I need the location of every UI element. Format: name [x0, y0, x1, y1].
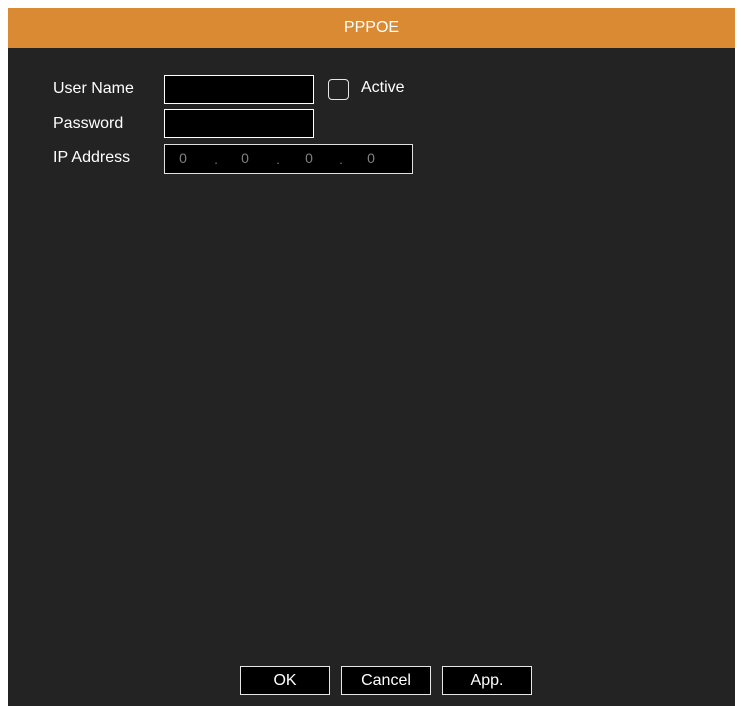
ip-address-label: IP Address	[53, 149, 131, 166]
ip-separator: .	[214, 152, 218, 167]
ip-separator: .	[276, 152, 280, 167]
active-label: Active	[361, 79, 405, 96]
password-label: Password	[53, 115, 124, 132]
ok-button[interactable]: OK	[240, 666, 330, 695]
password-input[interactable]	[164, 109, 314, 138]
cancel-button[interactable]: Cancel	[341, 666, 431, 695]
user-name-input[interactable]	[164, 75, 314, 104]
apply-button[interactable]: App.	[442, 666, 532, 695]
active-checkbox[interactable]	[328, 79, 349, 100]
dialog-title: PPPOE	[8, 8, 735, 48]
ip-octet-1[interactable]: 0	[175, 145, 191, 173]
pppoe-dialog: PPPOE User Name Active Password IP Addre…	[8, 8, 735, 706]
ip-octet-4[interactable]: 0	[363, 145, 379, 173]
user-name-label: User Name	[53, 80, 134, 97]
ip-separator: .	[339, 152, 343, 167]
ip-octet-2[interactable]: 0	[237, 145, 253, 173]
ip-address-field[interactable]: 0 . 0 . 0 . 0	[164, 144, 413, 174]
ip-octet-3[interactable]: 0	[301, 145, 317, 173]
